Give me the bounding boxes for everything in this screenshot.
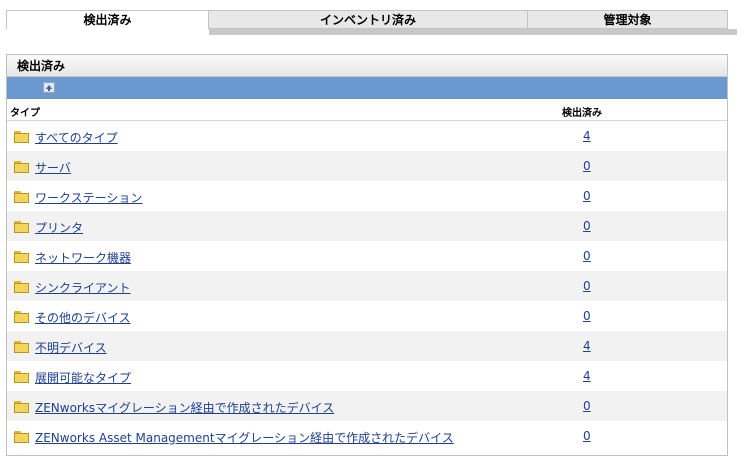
device-count-link[interactable]: 0 (583, 189, 591, 203)
table-row: プリンタ 0 (7, 211, 727, 241)
device-count-link[interactable]: 0 (583, 219, 591, 233)
table-row: すべてのタイプ 4 (7, 121, 727, 151)
folder-icon[interactable] (14, 161, 30, 173)
device-type-link[interactable]: プリンタ (35, 219, 83, 236)
discovered-panel: 検出済み タイプ 検出済み すべてのタイプ 4 サーバ 0 ワークステーション 0 プリンタ… (6, 54, 728, 456)
folder-icon[interactable] (14, 251, 30, 263)
column-header-row: タイプ 検出済み (7, 99, 727, 121)
device-type-link[interactable]: その他のデバイス (35, 309, 131, 326)
table-row: 展開可能なタイプ 4 (7, 361, 727, 391)
device-count-link[interactable]: 0 (583, 399, 591, 413)
device-type-list: すべてのタイプ 4 サーバ 0 ワークステーション 0 プリンタ 0 ネットワーク機器 0 シンクラ… (7, 121, 727, 451)
device-type-link[interactable]: シンクライアント (35, 279, 131, 296)
table-row: シンクライアント 0 (7, 271, 727, 301)
table-row: その他のデバイス 0 (7, 301, 727, 331)
table-row: ワークステーション 0 (7, 181, 727, 211)
device-type-link[interactable]: ワークステーション (35, 189, 142, 206)
folder-icon[interactable] (14, 221, 30, 233)
folder-icon[interactable] (14, 191, 30, 203)
folder-icon[interactable] (14, 431, 30, 443)
device-count-link[interactable]: 0 (583, 249, 591, 263)
device-type-link[interactable]: 不明デバイス (35, 339, 107, 356)
panel-title: 検出済み (7, 55, 727, 77)
folder-icon[interactable] (14, 311, 30, 323)
device-count-link[interactable]: 4 (583, 129, 591, 143)
folder-icon[interactable] (14, 281, 30, 293)
device-count-link[interactable]: 0 (583, 279, 591, 293)
device-type-link[interactable]: ZENworksマイグレーション経由で作成されたデバイス (35, 399, 334, 416)
device-count-link[interactable]: 0 (583, 309, 591, 323)
table-row: サーバ 0 (7, 151, 727, 181)
tab-bar: 検出済み インベントリ済み 管理対象 (6, 10, 728, 30)
table-row: 不明デバイス 4 (7, 331, 727, 361)
device-type-link[interactable]: サーバ (35, 159, 71, 176)
device-count-link[interactable]: 4 (583, 339, 591, 353)
tab-discovered[interactable]: 検出済み (6, 10, 209, 29)
tab-managed[interactable]: 管理対象 (528, 10, 728, 29)
device-type-link[interactable]: ネットワーク機器 (35, 249, 131, 266)
up-folder-icon[interactable] (43, 82, 55, 93)
device-count-link[interactable]: 0 (583, 429, 591, 443)
device-type-link[interactable]: 展開可能なタイプ (35, 369, 131, 386)
device-count-link[interactable]: 4 (583, 369, 591, 383)
table-row: ZENworks Asset Managementマイグレーション経由で作成され… (7, 421, 727, 451)
device-type-link[interactable]: ZENworks Asset Managementマイグレーション経由で作成され… (35, 429, 454, 446)
folder-icon[interactable] (14, 371, 30, 383)
folder-icon[interactable] (14, 131, 30, 143)
folder-icon[interactable] (14, 401, 30, 413)
column-header-count[interactable]: 検出済み (562, 104, 602, 119)
tab-underbar (209, 29, 737, 35)
table-row: ネットワーク機器 0 (7, 241, 727, 271)
folder-icon[interactable] (14, 341, 30, 353)
device-count-link[interactable]: 0 (583, 159, 591, 173)
table-row: ZENworksマイグレーション経由で作成されたデバイス 0 (7, 391, 727, 421)
column-header-type[interactable]: タイプ (10, 104, 40, 119)
device-type-link[interactable]: すべてのタイプ (35, 129, 118, 146)
panel-toolbar (7, 77, 727, 99)
tab-inventoried[interactable]: インベントリ済み (209, 10, 528, 29)
